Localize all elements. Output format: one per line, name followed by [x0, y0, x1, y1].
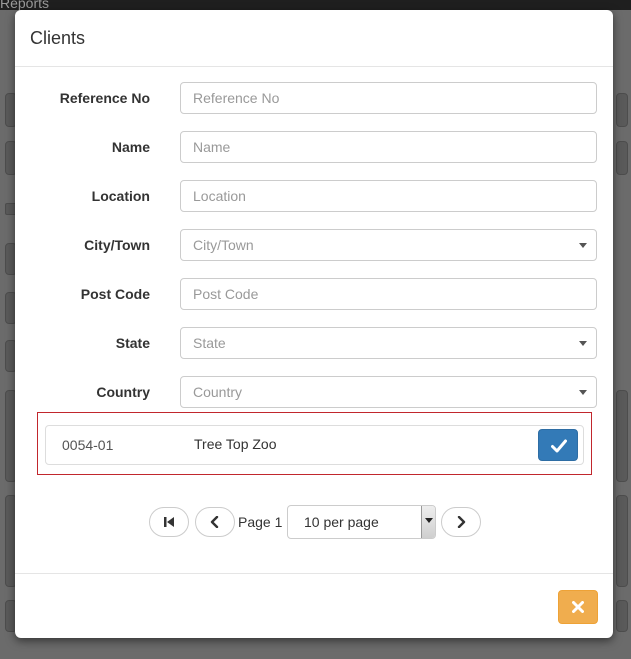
modal-title: Clients	[30, 28, 86, 48]
close-icon	[572, 601, 584, 613]
per-page-value: 10 per page	[304, 514, 379, 530]
state-row: State	[15, 327, 613, 361]
pagination: Page 1 10 per page	[15, 505, 613, 539]
chevron-down-icon	[579, 243, 587, 248]
next-page-button[interactable]	[441, 507, 481, 537]
chevron-left-icon	[210, 516, 219, 528]
country-label: Country	[96, 384, 150, 400]
results-list: 0054-01 Tree Top Zoo	[37, 412, 592, 475]
state-select[interactable]	[180, 327, 597, 359]
country-row: Country	[15, 376, 613, 410]
list-item[interactable]: 0054-01 Tree Top Zoo	[45, 425, 584, 465]
city-town-input[interactable]	[180, 229, 597, 261]
city-town-select[interactable]	[180, 229, 597, 261]
close-button[interactable]	[558, 590, 598, 624]
location-row: Location	[15, 180, 613, 214]
background-panel	[616, 495, 628, 587]
city-town-row: City/Town	[15, 229, 613, 263]
previous-page-button[interactable]	[195, 507, 235, 537]
location-label: Location	[91, 188, 150, 204]
location-input[interactable]	[180, 180, 597, 212]
country-input[interactable]	[180, 376, 597, 408]
reference-no-input[interactable]	[180, 82, 597, 114]
background-topbar: Reports	[0, 0, 631, 11]
post-code-row: Post Code	[15, 278, 613, 312]
reference-no-label: Reference No	[59, 90, 150, 106]
background-field	[616, 141, 628, 175]
client-reference: 0054-01	[62, 437, 114, 453]
background-panel	[616, 390, 628, 482]
background-field	[616, 93, 628, 127]
name-label: Name	[111, 139, 150, 155]
chevron-down-icon	[579, 341, 587, 346]
per-page-select[interactable]: 10 per page	[287, 505, 436, 539]
post-code-input[interactable]	[180, 278, 597, 310]
first-page-icon	[164, 517, 174, 527]
page-indicator: Page 1	[238, 514, 283, 530]
chevron-down-icon	[579, 390, 587, 395]
clients-modal: Clients Reference No Name Location City/…	[15, 10, 613, 638]
modal-header: Clients	[15, 10, 613, 67]
select-client-button[interactable]	[538, 429, 578, 461]
first-page-button[interactable]	[149, 507, 189, 537]
city-town-label: City/Town	[84, 237, 150, 253]
post-code-label: Post Code	[80, 286, 150, 302]
name-row: Name	[15, 131, 613, 165]
reference-no-row: Reference No	[15, 82, 613, 116]
per-page-dropdown-arrow[interactable]	[421, 506, 435, 538]
name-input[interactable]	[180, 131, 597, 163]
chevron-right-icon	[457, 516, 466, 528]
country-select[interactable]	[180, 376, 597, 408]
background-field	[616, 600, 628, 632]
check-icon	[551, 439, 567, 453]
modal-footer	[15, 573, 613, 639]
state-label: State	[115, 335, 150, 351]
client-name: Tree Top Zoo	[194, 436, 277, 452]
state-input[interactable]	[180, 327, 597, 359]
chevron-down-icon	[425, 518, 433, 523]
